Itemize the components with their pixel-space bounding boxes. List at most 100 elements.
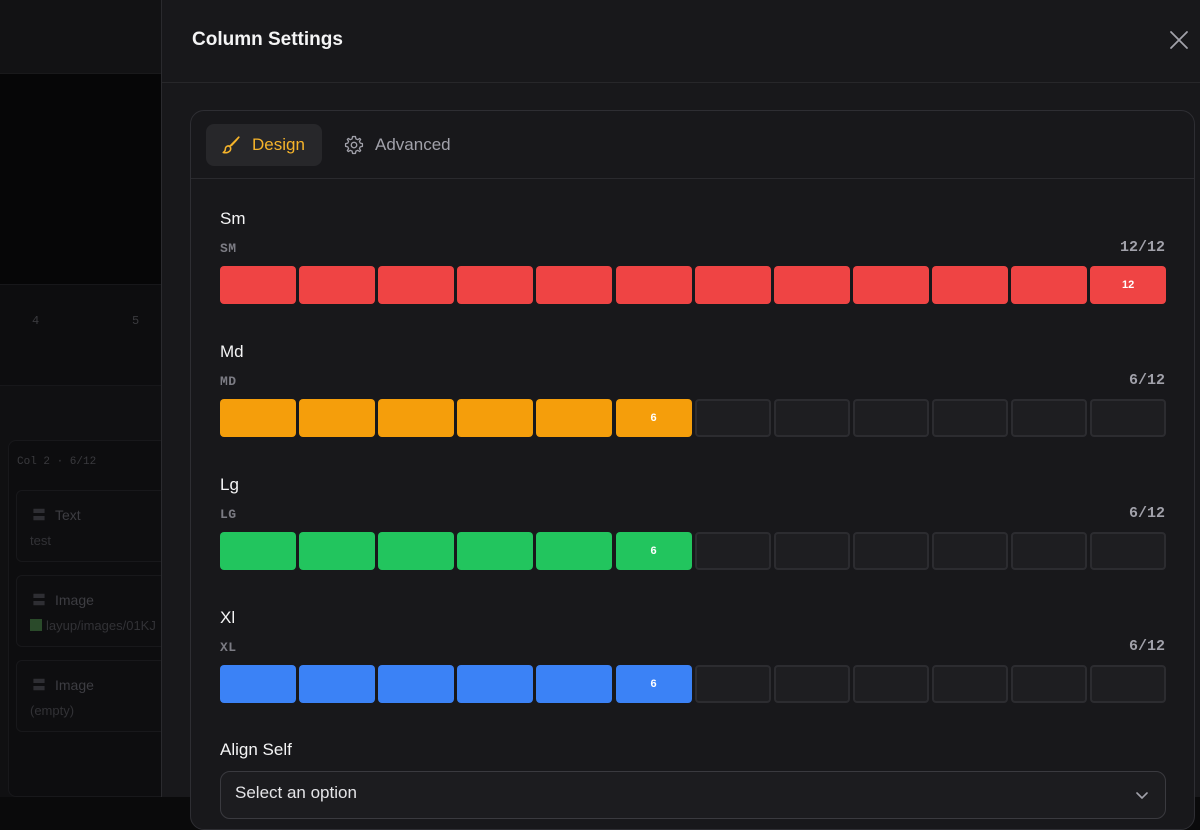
drag-handle-icon: 〓 [32,507,46,523]
align-self-select[interactable]: Select an option [220,771,1166,819]
breakpoint-title: Lg [220,475,239,494]
span-cell-4[interactable] [457,266,534,304]
column-label: Col 2 · 6/12 [17,456,97,468]
background-item-sub: test [30,533,51,548]
span-cell-9[interactable] [852,399,929,437]
span-cell-3[interactable] [378,266,455,304]
drawer-header: Column Settings [162,0,1200,83]
span-cell-2[interactable] [299,532,376,570]
background-item-sub: layup/images/01KJ [30,618,156,633]
span-cell-4[interactable] [457,665,534,703]
drawer-title: Column Settings [192,29,343,50]
span-cell-4[interactable] [457,532,534,570]
background-item-title: 〓 Text [32,505,81,525]
span-cell-2[interactable] [299,399,376,437]
close-button[interactable] [1166,27,1192,53]
breakpoint-code: MD [220,374,237,389]
background-canvas [0,74,162,284]
span-cell-7[interactable] [694,532,771,570]
align-self-label: Align Self [220,740,292,759]
span-cell-10[interactable] [931,532,1008,570]
background-grid-row [0,284,162,386]
background-item-sub: (empty) [30,703,75,718]
background-item-title: 〓 Image [32,590,94,610]
span-cell-1[interactable] [220,266,296,304]
column-settings-drawer: Column Settings Design Advanced Sm SM 12… [161,0,1200,830]
span-cell-12[interactable] [1090,665,1167,703]
span-cell-5[interactable] [536,532,613,570]
span-cell-9[interactable] [852,665,929,703]
span-cell-9[interactable] [852,266,929,304]
span-cell-7[interactable] [694,266,771,304]
background-item-image [16,575,176,647]
span-cell-label: 6 [650,412,657,424]
drag-handle-icon: 〓 [32,677,46,693]
span-cell-11[interactable] [1011,665,1087,703]
span-cell-6[interactable]: 6 [615,532,692,570]
breakpoint-code: SM [220,241,237,256]
grid-number: 4 [32,314,40,328]
span-cell-8[interactable] [773,532,850,570]
background-item-image [16,660,176,732]
span-cell-5[interactable] [536,266,613,304]
span-cell-11[interactable] [1011,532,1087,570]
span-cell-10[interactable] [931,665,1008,703]
span-cell-8[interactable] [773,399,850,437]
breakpoint-ratio: 6/12 [1128,505,1165,522]
breakpoint-ratio: 6/12 [1128,638,1165,655]
breakpoint-ratio: 6/12 [1128,372,1165,389]
span-cell-8[interactable] [773,266,850,304]
item-title-label: Image [55,677,94,693]
span-cell-4[interactable] [457,399,534,437]
span-cell-5[interactable] [536,399,613,437]
span-cell-1[interactable] [220,532,296,570]
span-cell-3[interactable] [378,399,455,437]
tab-design-label: Design [252,135,305,154]
span-cell-1[interactable] [220,399,296,437]
breakpoint-title: Xl [220,608,236,627]
span-cell-label: 6 [650,678,657,690]
span-cell-12[interactable]: 12 [1090,266,1167,304]
background-item-text [16,490,176,562]
breakpoint-code: XL [220,640,237,655]
tab-bar: Design Advanced [191,111,1194,179]
span-cell-6[interactable]: 6 [615,399,692,437]
span-cell-6[interactable] [615,266,692,304]
span-cell-2[interactable] [299,266,376,304]
drag-handle-icon: 〓 [32,592,46,608]
breakpoint-code: LG [220,507,237,522]
span-cell-11[interactable] [1011,399,1087,437]
span-cell-7[interactable] [694,665,771,703]
span-cell-9[interactable] [852,532,929,570]
image-thumbnail-icon [30,619,42,631]
gear-icon [344,135,364,155]
grid-number: 5 [132,314,140,328]
breakpoint-title: Md [220,342,244,361]
background-item-title: 〓 Image [32,675,94,695]
span-cell-10[interactable] [931,266,1008,304]
settings-panel: Design Advanced Sm SM 12/12 12 Md MD 6/1… [190,110,1195,830]
span-cell-11[interactable] [1011,266,1087,304]
span-cell-3[interactable] [378,665,455,703]
span-cell-5[interactable] [536,665,613,703]
select-placeholder: Select an option [235,783,357,802]
span-cell-1[interactable] [220,665,296,703]
tab-advanced-label: Advanced [375,135,451,154]
span-cell-8[interactable] [773,665,850,703]
item-sub-label: layup/images/01KJ [46,618,156,633]
span-cell-7[interactable] [694,399,771,437]
span-cell-3[interactable] [378,532,455,570]
close-icon [1170,31,1188,49]
item-title-label: Text [55,507,81,523]
tab-design[interactable]: Design [206,124,322,166]
breakpoint-ratio: 12/12 [1119,239,1165,256]
span-cell-12[interactable] [1090,399,1167,437]
span-cell-label: 6 [650,545,657,557]
span-selector: 6 [220,532,1167,570]
span-cell-10[interactable] [931,399,1008,437]
breakpoint-title: Sm [220,209,246,228]
tab-advanced[interactable]: Advanced [329,124,469,166]
span-cell-12[interactable] [1090,532,1167,570]
span-cell-6[interactable]: 6 [615,665,692,703]
span-cell-2[interactable] [299,665,376,703]
